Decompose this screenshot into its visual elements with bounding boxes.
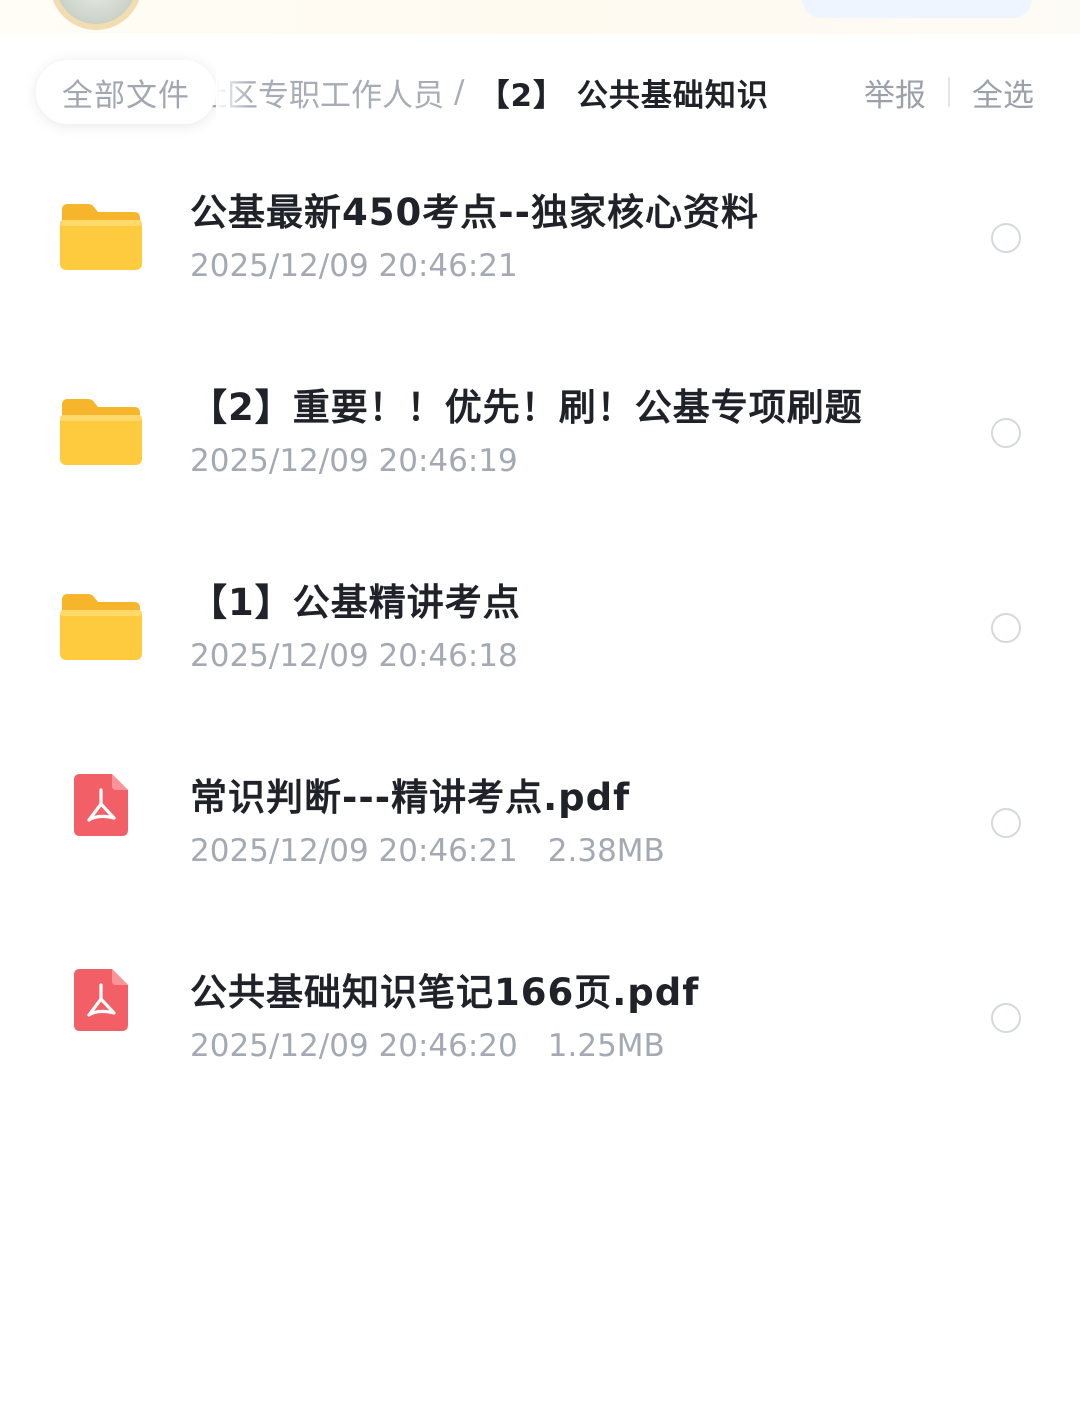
list-item[interactable]: 【1】公基精讲考点 2025/12/09 20:46:18 <box>0 532 1080 727</box>
file-name: 公共基础知识笔记166页.pdf <box>190 971 700 1014</box>
breadcrumb-root-all-files[interactable]: 全部文件 <box>36 60 250 124</box>
breadcrumb: 社区专职工作人员 / 【2】 公共基础知识 <box>196 70 769 114</box>
file-meta: 2025/12/09 20:46:19 <box>190 443 518 479</box>
select-all-button[interactable]: 全选 <box>972 70 1034 115</box>
file-meta: 2025/12/09 20:46:20 1.25MB <box>190 1028 665 1064</box>
folder-icon <box>60 204 142 270</box>
file-meta: 2025/12/09 20:46:21 <box>190 248 518 284</box>
file-date: 2025/12/09 20:46:21 <box>190 248 518 284</box>
file-date: 2025/12/09 20:46:20 <box>190 1028 518 1064</box>
select-radio[interactable] <box>991 613 1021 643</box>
file-list: 公基最新450考点--独家核心资料 2025/12/09 20:46:21 【2… <box>0 142 1080 1117</box>
file-name: 【1】公基精讲考点 <box>190 581 521 624</box>
file-name: 【2】重要！！优先！刷！公基专项刷题 <box>190 386 863 429</box>
pdf-file-icon <box>74 774 128 836</box>
toolbar-actions: 举报 全选 <box>864 70 1034 114</box>
breadcrumb-separator: / <box>454 74 465 110</box>
file-size: 2.38MB <box>547 833 665 869</box>
breadcrumb-bar: 社区专职工作人员 / 【2】 公共基础知识 全部文件 举报 全选 <box>0 58 1080 128</box>
file-date: 2025/12/09 20:46:21 <box>190 833 518 869</box>
select-radio[interactable] <box>991 808 1021 838</box>
file-meta: 2025/12/09 20:46:18 <box>190 638 518 674</box>
report-button[interactable]: 举报 <box>864 70 926 115</box>
breadcrumb-current: 【2】 公共基础知识 <box>478 77 769 114</box>
top-action-pill[interactable] <box>802 0 1032 18</box>
file-size: 1.25MB <box>547 1028 665 1064</box>
select-radio[interactable] <box>991 418 1021 448</box>
pdf-file-icon <box>74 969 128 1031</box>
list-item[interactable]: 【2】重要！！优先！刷！公基专项刷题 2025/12/09 20:46:19 <box>0 337 1080 532</box>
action-divider <box>948 77 950 107</box>
file-date: 2025/12/09 20:46:19 <box>190 443 518 479</box>
list-item[interactable]: 公共基础知识笔记166页.pdf 2025/12/09 20:46:20 1.25… <box>0 922 1080 1117</box>
file-date: 2025/12/09 20:46:18 <box>190 638 518 674</box>
folder-icon <box>60 399 142 465</box>
list-item[interactable]: 公基最新450考点--独家核心资料 2025/12/09 20:46:21 <box>0 142 1080 337</box>
select-radio[interactable] <box>991 223 1021 253</box>
folder-icon <box>60 594 142 660</box>
file-name: 公基最新450考点--独家核心资料 <box>190 191 759 234</box>
file-name: 常识判断---精讲考点.pdf <box>190 776 631 819</box>
file-meta: 2025/12/09 20:46:21 2.38MB <box>190 833 665 869</box>
select-radio[interactable] <box>991 1003 1021 1033</box>
list-item[interactable]: 常识判断---精讲考点.pdf 2025/12/09 20:46:21 2.38M… <box>0 727 1080 922</box>
file-browser-page: 社区专职工作人员 / 【2】 公共基础知识 全部文件 举报 全选 公基最新450… <box>0 0 1080 1421</box>
